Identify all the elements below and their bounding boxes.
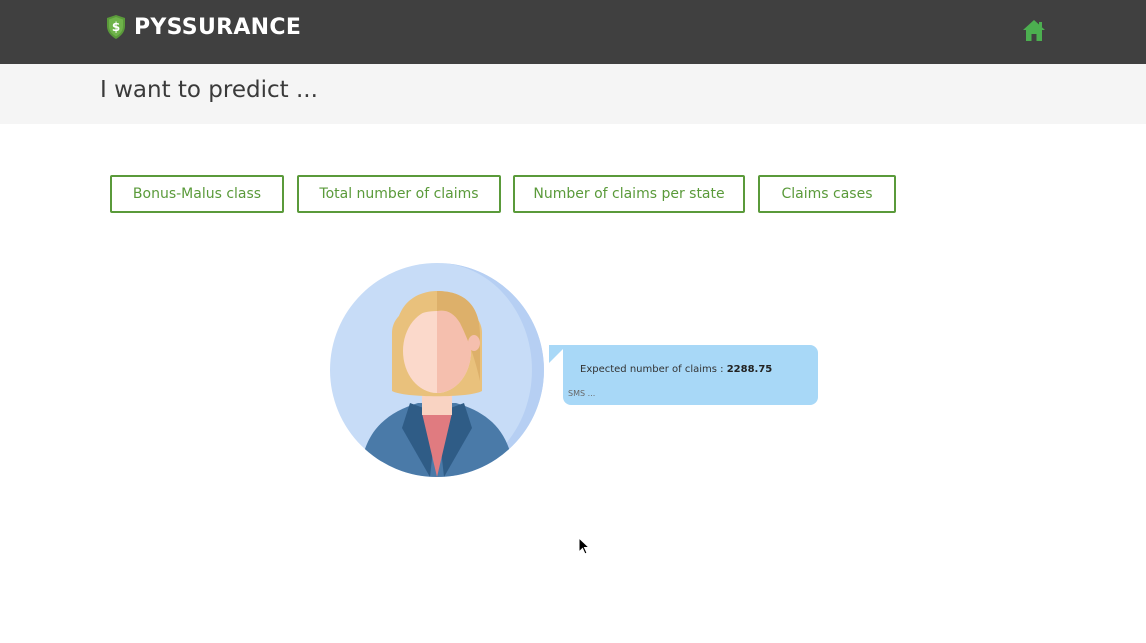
message-meta: SMS ...: [568, 389, 596, 398]
sub-header: I want to predict ...: [0, 64, 1146, 124]
home-icon[interactable]: [1022, 19, 1046, 42]
prediction-label: Expected number of claims :: [580, 364, 727, 375]
bonus-malus-class-button[interactable]: Bonus-Malus class: [110, 175, 284, 213]
mouse-cursor-icon: [578, 537, 590, 555]
brand[interactable]: $ PYSSURANCE: [105, 14, 301, 40]
svg-text:$: $: [112, 20, 120, 34]
chat-bubble: Expected number of claims : 2288.75 SMS …: [563, 345, 818, 405]
top-navbar: $ PYSSURANCE: [0, 0, 1146, 64]
claims-cases-button[interactable]: Claims cases: [758, 175, 896, 213]
number-of-claims-per-state-button[interactable]: Number of claims per state: [513, 175, 745, 213]
prediction-message: Expected number of claims : 2288.75: [580, 364, 772, 375]
assistant-avatar-icon: [330, 263, 544, 477]
shield-dollar-icon: $: [107, 15, 125, 39]
brand-name: PYSSURANCE: [134, 14, 302, 40]
page-title: I want to predict ...: [100, 77, 318, 103]
prediction-value: 2288.75: [726, 364, 773, 375]
total-number-of-claims-button[interactable]: Total number of claims: [297, 175, 501, 213]
